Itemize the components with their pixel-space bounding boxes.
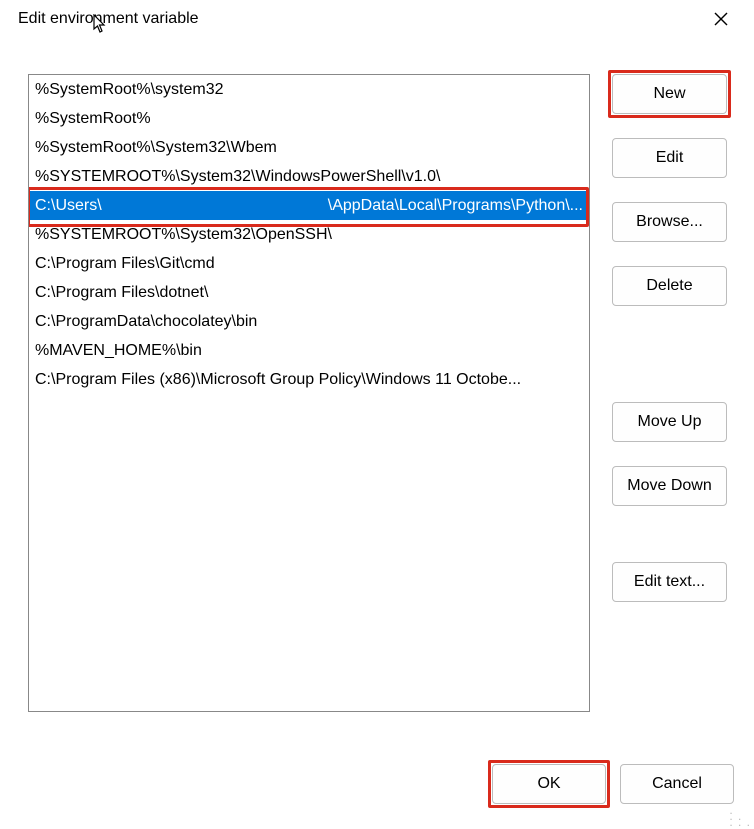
- delete-button[interactable]: Delete: [612, 266, 727, 306]
- dialog-footer: OK Cancel: [492, 764, 734, 804]
- titlebar: Edit environment variable: [0, 0, 754, 46]
- list-item[interactable]: %SystemRoot%\System32\Wbem: [29, 133, 589, 162]
- selected-path-left: C:\Users\: [35, 191, 102, 220]
- list-item[interactable]: %SYSTEMROOT%\System32\WindowsPowerShell\…: [29, 162, 589, 191]
- close-button[interactable]: [706, 8, 736, 33]
- list-item[interactable]: %MAVEN_HOME%\bin: [29, 336, 589, 365]
- list-item[interactable]: C:\ProgramData\chocolatey\bin: [29, 307, 589, 336]
- list-item[interactable]: %SYSTEMROOT%\System32\OpenSSH\: [29, 220, 589, 249]
- move-down-button[interactable]: Move Down: [612, 466, 727, 506]
- cancel-button[interactable]: Cancel: [620, 764, 734, 804]
- close-icon: [714, 12, 728, 26]
- list-item[interactable]: C:\Program Files (x86)\Microsoft Group P…: [29, 365, 589, 394]
- list-item[interactable]: C:\Program Files\Git\cmd: [29, 249, 589, 278]
- list-item[interactable]: %SystemRoot%: [29, 104, 589, 133]
- edit-text-button[interactable]: Edit text...: [612, 562, 727, 602]
- list-item-selected[interactable]: C:\Users\ \AppData\Local\Programs\Python…: [29, 191, 589, 220]
- path-listbox[interactable]: %SystemRoot%\system32 %SystemRoot% %Syst…: [28, 74, 590, 712]
- edit-button[interactable]: Edit: [612, 138, 727, 178]
- selected-path-right: \AppData\Local\Programs\Python\...: [328, 191, 583, 220]
- resize-grip-icon[interactable]: .. .. . .: [729, 807, 751, 825]
- browse-button[interactable]: Browse...: [612, 202, 727, 242]
- list-item[interactable]: C:\Program Files\dotnet\: [29, 278, 589, 307]
- new-button[interactable]: New: [612, 74, 727, 114]
- side-button-column: New Edit Browse... Delete Move Up Move D…: [612, 74, 727, 712]
- move-up-button[interactable]: Move Up: [612, 402, 727, 442]
- ok-button[interactable]: OK: [492, 764, 606, 804]
- window-title: Edit environment variable: [18, 10, 199, 28]
- dialog-content: %SystemRoot%\system32 %SystemRoot% %Syst…: [0, 46, 754, 732]
- list-item[interactable]: %SystemRoot%\system32: [29, 75, 589, 104]
